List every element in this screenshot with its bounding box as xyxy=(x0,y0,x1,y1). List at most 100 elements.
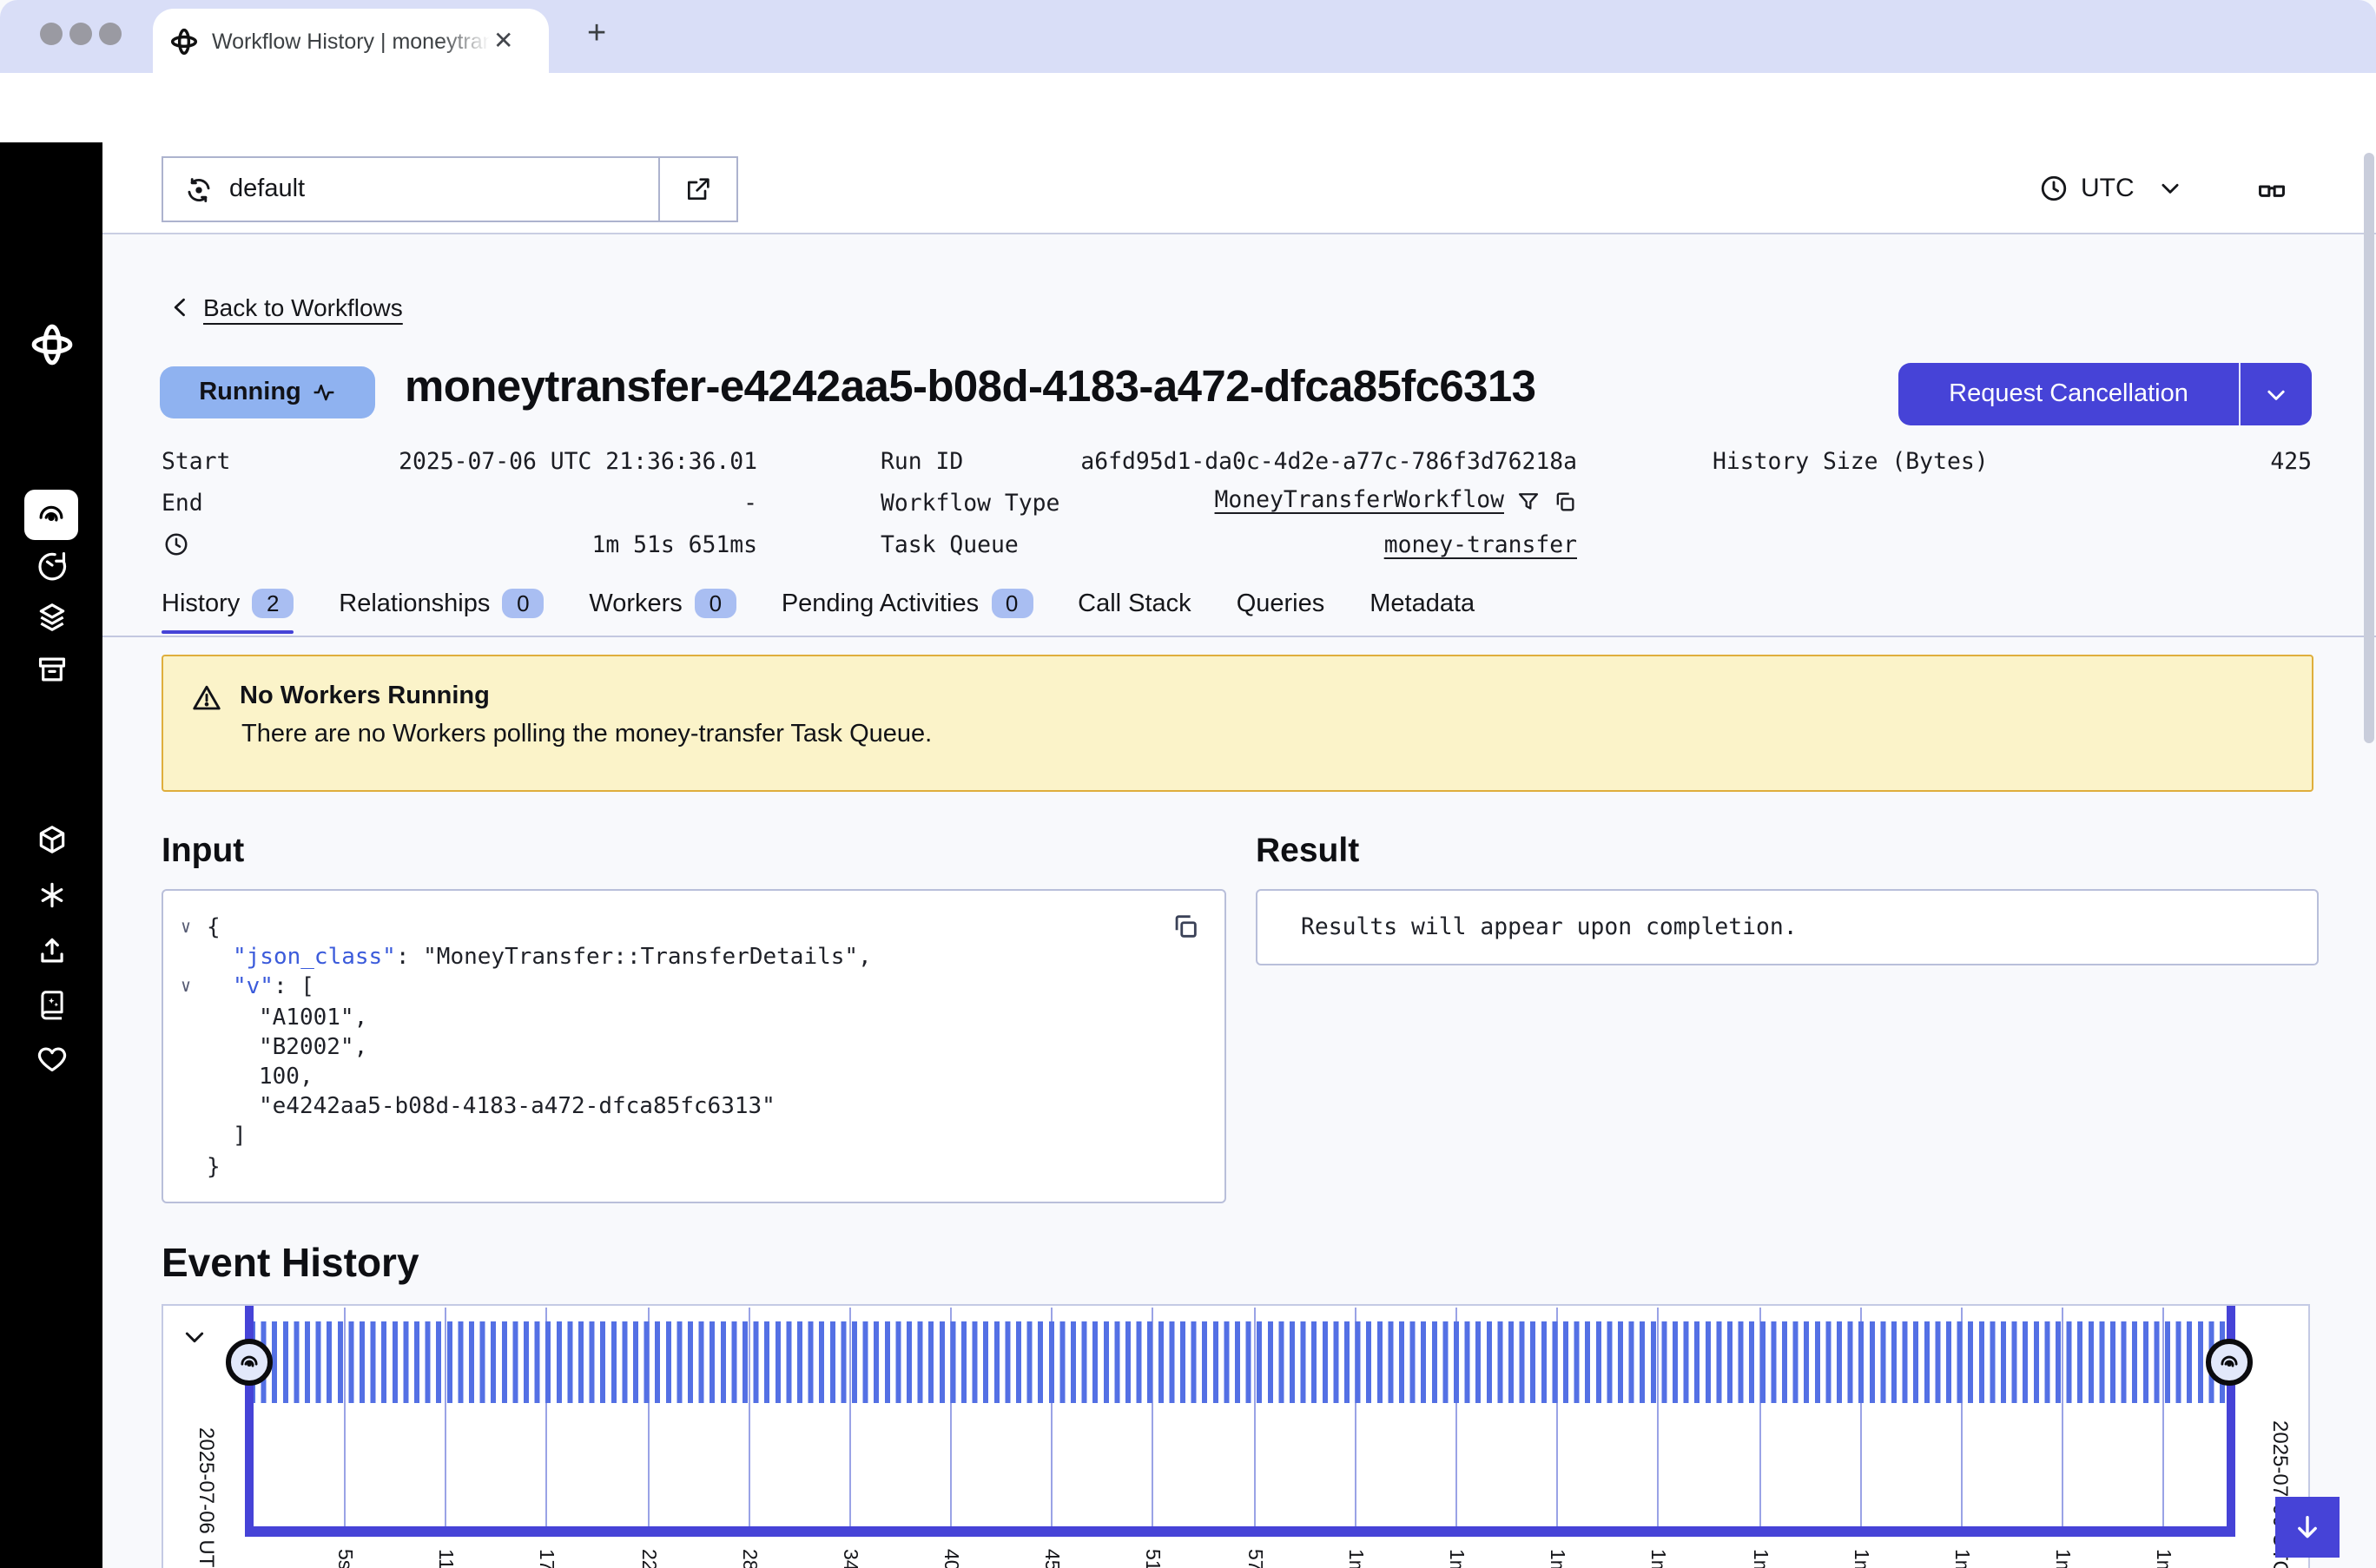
axis-tick-label: 1m xyxy=(2051,1549,2072,1568)
json-line: "A1001", xyxy=(163,1003,1224,1032)
namespace-icon xyxy=(184,175,214,204)
chevron-down-icon xyxy=(2157,175,2183,201)
result-card: Results will appear upon completion. xyxy=(1256,889,2319,965)
result-heading: Result xyxy=(1256,832,1359,872)
sidebar-item-docs[interactable] xyxy=(35,988,68,1021)
chevron-down-icon xyxy=(2263,381,2289,407)
page-scrollbar[interactable] xyxy=(2364,153,2374,743)
input-json-viewer[interactable]: ∨{ "json_class": "MoneyTransfer::Transfe… xyxy=(163,913,1224,1182)
duration-value: 1m 51s 651ms xyxy=(347,533,757,559)
json-line: "B2002", xyxy=(163,1033,1224,1063)
json-line: 100, xyxy=(163,1063,1224,1092)
json-line: } xyxy=(163,1152,1224,1182)
docs-book-icon xyxy=(35,988,68,1021)
tab-workers[interactable]: Workers0 xyxy=(589,589,736,618)
browser-tab[interactable]: Workflow History | moneytran ✕ xyxy=(153,9,549,73)
upload-icon xyxy=(35,934,68,967)
tab-title: Workflow History | moneytran xyxy=(212,29,490,53)
labs-glasses-icon[interactable] xyxy=(2254,174,2289,207)
schedules-clock-icon xyxy=(35,549,68,582)
timeline-axis xyxy=(245,1526,2235,1537)
window-zoom-button[interactable] xyxy=(99,23,122,45)
request-cancellation-button[interactable]: Request Cancellation xyxy=(1898,363,2312,425)
input-card: ∨{ "json_class": "MoneyTransfer::Transfe… xyxy=(162,889,1226,1203)
tab-metadata[interactable]: Metadata xyxy=(1370,590,1475,617)
history-size-value: 425 xyxy=(1911,450,2312,476)
archive-box-icon xyxy=(35,653,68,686)
screen: Workflow History | moneytran ✕ + localho… xyxy=(0,0,2376,1568)
timezone-selector[interactable]: UTC xyxy=(2039,174,2183,203)
sidebar-item-nexus[interactable] xyxy=(35,879,68,912)
workflow-type-label: Workflow Type xyxy=(881,491,1059,517)
chevron-left-icon xyxy=(168,295,193,320)
filter-funnel-icon[interactable] xyxy=(1516,489,1541,513)
running-pulse-icon xyxy=(314,382,336,403)
json-line: "json_class": "MoneyTransfer::TransferDe… xyxy=(163,943,1224,972)
status-badge[interactable]: Running xyxy=(160,366,375,418)
axis-tick-label: 1m xyxy=(1344,1549,1365,1568)
duration-clock-icon xyxy=(163,531,189,557)
back-to-workflows-link[interactable]: Back to Workflows xyxy=(168,293,403,321)
relationships-count-badge: 0 xyxy=(502,589,544,618)
run-id-label: Run ID xyxy=(881,450,963,476)
axis-tick-label: 1m xyxy=(1749,1549,1770,1568)
sidebar-item-import[interactable] xyxy=(35,934,68,967)
favicon-temporal-logo-icon xyxy=(170,27,198,55)
axis-tick-label: 1m xyxy=(1850,1549,1871,1568)
tab-queries[interactable]: Queries xyxy=(1237,590,1325,617)
axis-tick-label: 22s xyxy=(637,1549,658,1568)
workflow-start-marker[interactable] xyxy=(226,1339,273,1386)
collapse-chevron-icon[interactable]: ∨ xyxy=(181,913,191,943)
sidebar-item-schedules[interactable] xyxy=(35,549,68,582)
start-value: 2025-07-06 UTC 21:36:36.01 xyxy=(347,450,757,476)
task-queue-label: Task Queue xyxy=(881,533,1019,559)
run-id-value: a6fd95d1-da0c-4d2e-a77c-786f3d76218a xyxy=(1042,450,1577,476)
window-minimize-button[interactable] xyxy=(69,23,92,45)
json-line: ∨"v": [ xyxy=(163,973,1224,1003)
temporal-logo-icon[interactable] xyxy=(30,323,73,366)
workflows-eye-icon xyxy=(35,498,68,531)
pending-count-badge: 0 xyxy=(991,589,1033,618)
namespace-external-link-icon[interactable] xyxy=(658,158,736,221)
arrow-down-icon xyxy=(2293,1512,2322,1542)
namespace-name: default xyxy=(229,175,305,203)
axis-tick-label: 40s xyxy=(940,1549,960,1568)
task-queue-link[interactable]: money-transfer xyxy=(1384,533,1577,559)
sidebar-item-feedback[interactable] xyxy=(35,1042,68,1075)
browser-toolbar: localhost:8080/namespaces/default/workfl… xyxy=(0,73,2376,144)
axis-tick-label: 45s xyxy=(1040,1549,1061,1568)
request-cancellation-label[interactable]: Request Cancellation xyxy=(1898,363,2239,425)
workflow-tabs: History2 Relationships0 Workers0 Pending… xyxy=(162,589,1475,618)
tab-relationships[interactable]: Relationships0 xyxy=(339,589,544,618)
workflows-eye-icon xyxy=(2218,1351,2241,1374)
sidebar-nav: 2.34.0 xyxy=(0,142,102,1568)
tab-close-icon[interactable]: ✕ xyxy=(493,26,513,56)
collapse-chevron-icon[interactable]: ∨ xyxy=(181,973,191,1003)
tabs-divider xyxy=(102,636,2376,637)
end-value: - xyxy=(347,491,757,517)
sidebar-item-deployments[interactable] xyxy=(35,823,68,856)
window-close-button[interactable] xyxy=(40,23,63,45)
namespace-selector[interactable]: default xyxy=(162,156,738,222)
workflow-execution-span[interactable] xyxy=(250,1321,2230,1403)
tab-call-stack[interactable]: Call Stack xyxy=(1078,590,1191,617)
scroll-to-bottom-button[interactable] xyxy=(2275,1497,2340,1558)
tab-pending-activities[interactable]: Pending Activities0 xyxy=(782,589,1033,618)
copy-icon[interactable] xyxy=(1553,489,1577,513)
sidebar-item-archive[interactable] xyxy=(35,653,68,686)
no-workers-warning-banner: No Workers Running There are no Workers … xyxy=(162,655,2313,792)
new-tab-button[interactable]: + xyxy=(587,16,606,54)
tab-history[interactable]: History2 xyxy=(162,589,294,618)
timezone-label: UTC xyxy=(2081,174,2135,203)
asterisk-icon xyxy=(35,879,68,912)
event-history-timeline: 5s 11s 17s 22s 28s 34s 40s 45s 51s 57s 1… xyxy=(162,1304,2310,1568)
cancellation-menu-chevron[interactable] xyxy=(2239,363,2312,425)
workflow-type-link[interactable]: MoneyTransferWorkflow xyxy=(1215,488,1504,514)
workflow-title: moneytransfer-e4242aa5-b08d-4183-a472-df… xyxy=(405,363,1535,413)
axis-tick-label: 11s xyxy=(434,1549,455,1568)
timeline-collapse-chevron-icon[interactable] xyxy=(181,1323,208,1351)
sidebar-item-workflows[interactable] xyxy=(24,490,78,540)
sidebar-item-task-queues[interactable] xyxy=(35,601,68,634)
workflow-end-marker[interactable] xyxy=(2206,1339,2253,1386)
axis-tick-label: 1m xyxy=(1445,1549,1466,1568)
